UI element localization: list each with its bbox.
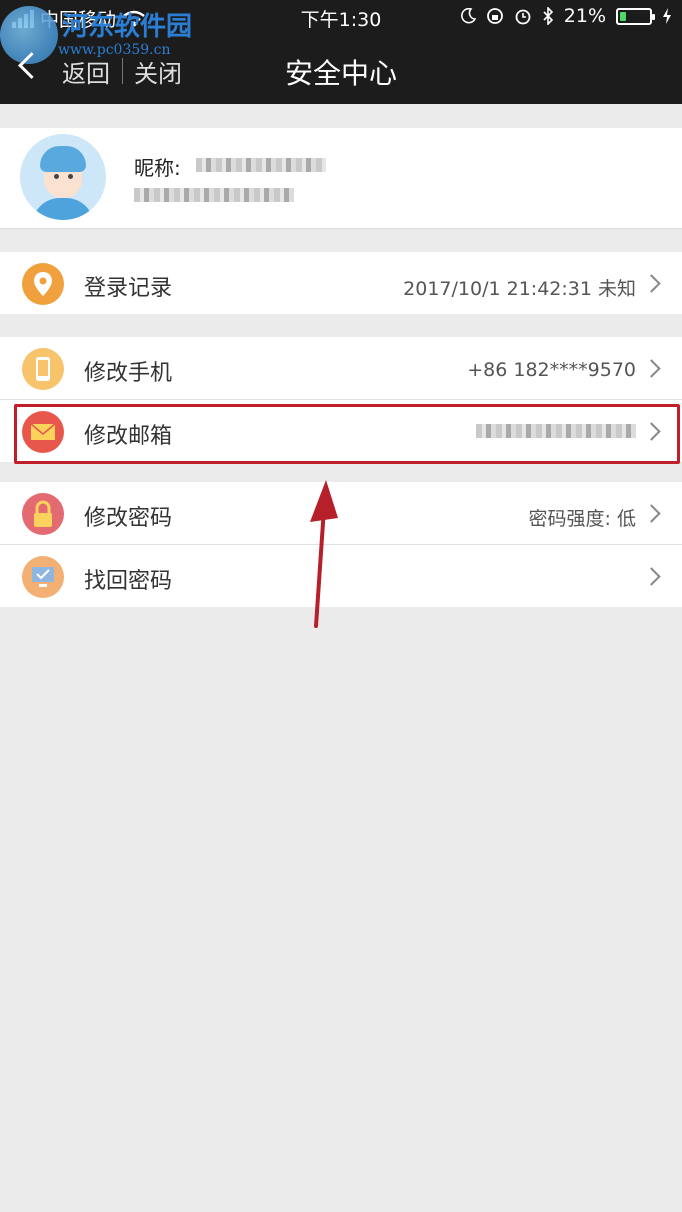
charging-icon <box>663 8 671 24</box>
row-label: 修改手机 <box>84 361 173 386</box>
battery-icon <box>616 7 655 25</box>
nickname-value-blurred <box>196 158 326 172</box>
navigation-bar: 返回 关闭 安全中心 <box>0 38 682 102</box>
row-label: 登录记录 <box>84 276 173 301</box>
top-bar: 中国移动 下午1:30 21% 河东软件园 www.pc0359.cn 返回 关… <box>0 0 682 104</box>
highlight-box <box>14 404 680 464</box>
moon-icon <box>460 8 476 24</box>
row-change-phone[interactable]: 修改手机 +86 182****9570 <box>0 337 682 400</box>
lock-icon <box>22 493 64 535</box>
profile-card: 昵称: <box>0 128 682 229</box>
login-group: 登录记录 2017/10/1 21:42:31 未知 <box>0 252 682 314</box>
nickname-label: 昵称: <box>134 156 181 180</box>
row-value: +86 182****9570 <box>467 359 636 381</box>
chevron-right-icon <box>642 504 661 523</box>
row-login-record[interactable]: 登录记录 2017/10/1 21:42:31 未知 <box>0 252 682 314</box>
battery-percent: 21% <box>563 5 606 27</box>
chevron-right-icon <box>642 359 661 378</box>
annotation-arrow-icon <box>310 480 338 628</box>
row-label: 找回密码 <box>84 569 173 594</box>
monitor-icon <box>22 556 64 598</box>
page-title: 安全中心 <box>284 57 397 90</box>
bluetooth-icon <box>543 7 553 25</box>
watermark-name: 河东软件园 <box>62 12 193 42</box>
alarm-icon <box>515 9 531 25</box>
avatar <box>20 134 106 220</box>
row-value: 密码强度: 低 <box>528 508 636 530</box>
user-id-blurred <box>134 188 294 202</box>
chevron-right-icon <box>642 567 661 586</box>
chevron-right-icon <box>642 274 661 293</box>
row-label: 修改密码 <box>84 506 173 531</box>
row-value: 2017/10/1 21:42:31 未知 <box>403 278 636 300</box>
rotation-lock-icon <box>486 8 503 24</box>
phone-icon <box>22 348 64 390</box>
location-pin-icon <box>22 263 64 305</box>
